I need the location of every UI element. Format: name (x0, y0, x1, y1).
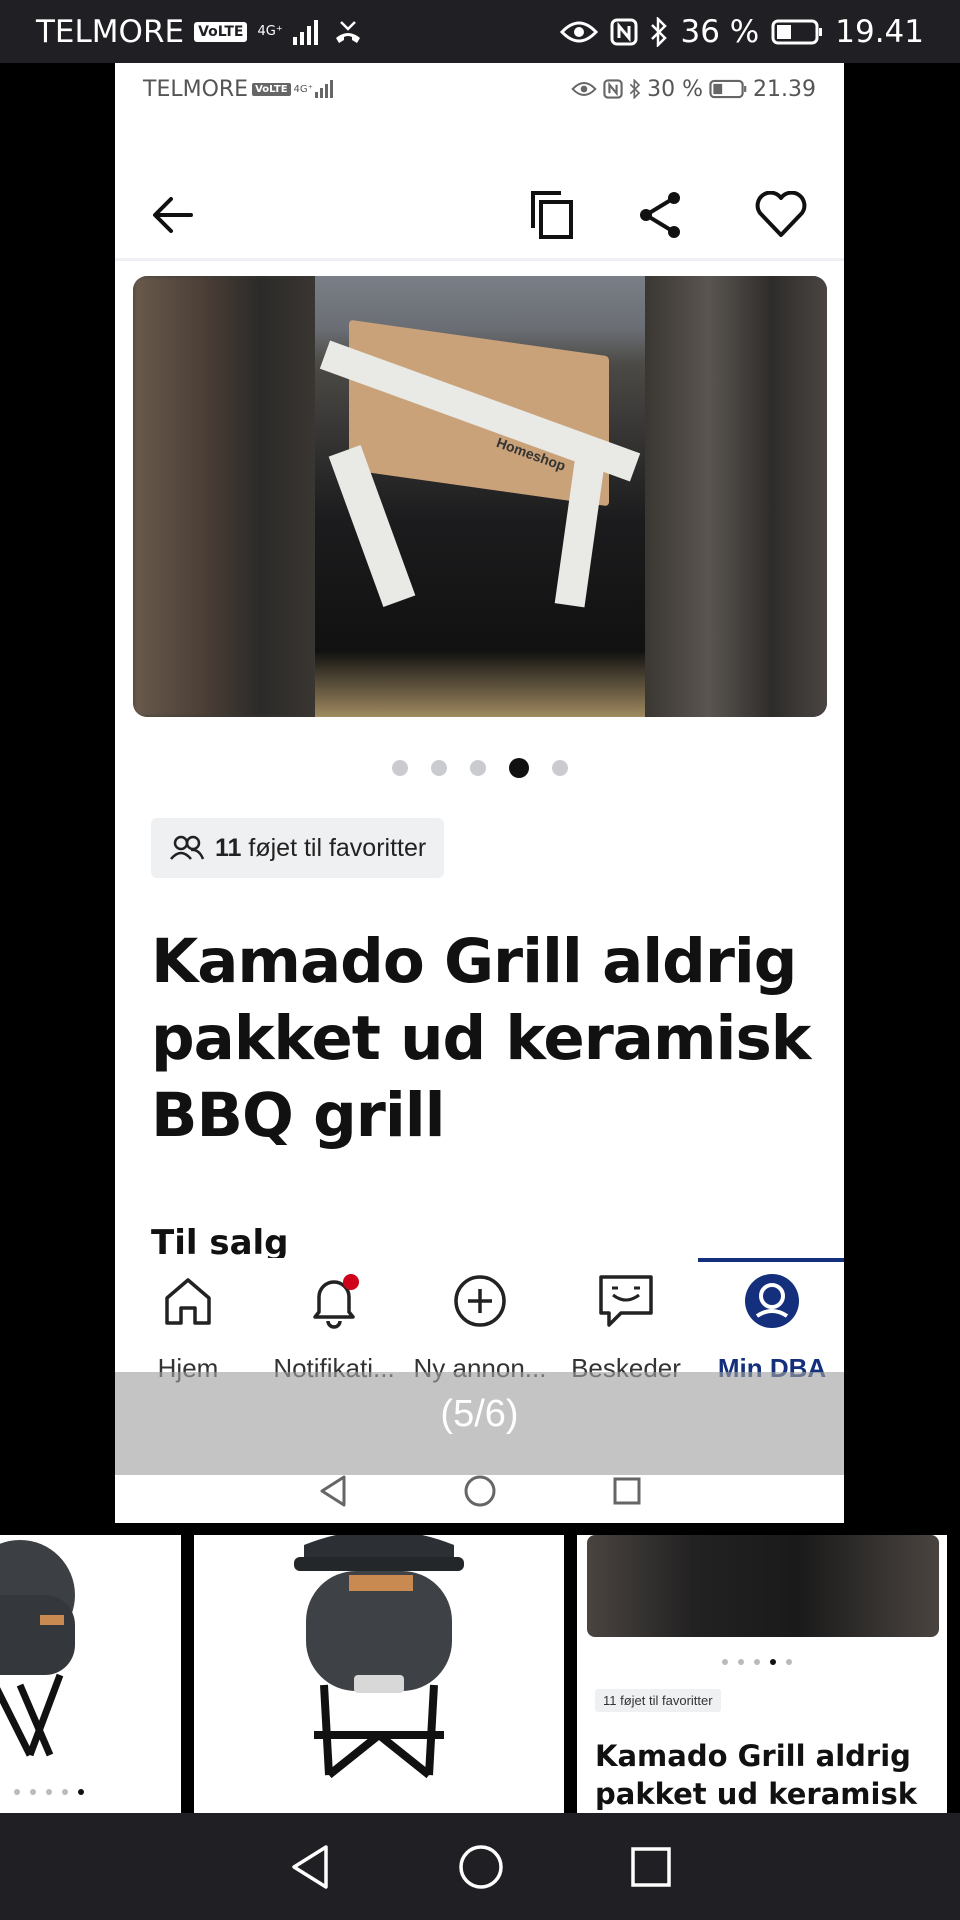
recents-square-icon[interactable] (630, 1846, 672, 1888)
outer-status-bar: TELMORE VoLTE 4G⁺ 36 % 19.41 (0, 0, 960, 63)
thumb-dots (14, 1789, 84, 1795)
thumb-photo (587, 1535, 939, 1637)
share-icon (640, 192, 680, 238)
home-circle-icon[interactable] (463, 1474, 497, 1508)
inner-battery-percent: 30 % (647, 76, 704, 102)
grill-image (294, 1535, 464, 1779)
recents-square-icon[interactable] (612, 1476, 642, 1506)
arrow-left-icon (153, 197, 193, 233)
image-gallery[interactable]: Homeshop (133, 276, 827, 717)
home-icon (165, 1277, 211, 1325)
volte-icon: VoLTE (194, 21, 248, 42)
missed-call-icon (335, 20, 360, 43)
nfc-icon (610, 18, 638, 45)
favorite-button[interactable] (751, 185, 811, 245)
chat-icon (599, 1274, 653, 1327)
inner-system-nav (115, 1458, 844, 1523)
thumb-listing-title: Kamado Grill aldrig pakket ud keramisk (595, 1739, 918, 1811)
share-button[interactable] (630, 185, 690, 245)
gallery-next-preview (645, 276, 827, 717)
listing-title: Kamado Grill aldrig pakket ud keramisk B… (151, 926, 811, 1151)
inner-battery-icon (709, 79, 747, 99)
thumbnail-strip: 11 føjet til favoritter Kamado Grill ald… (0, 1535, 960, 1813)
nav-item-notifications[interactable] (261, 1258, 407, 1343)
signal-icon (292, 19, 318, 45)
inner-bluetooth-icon (629, 79, 641, 99)
people-icon (170, 835, 205, 860)
bottom-navigation (115, 1258, 844, 1343)
thumbnail-1[interactable] (0, 1535, 181, 1813)
inner-signal-icon (314, 80, 333, 98)
back-button[interactable] (143, 185, 203, 245)
inner-clock: 21.39 (753, 76, 816, 102)
inner-nfc-icon (603, 79, 623, 99)
grill-image (0, 1540, 75, 1757)
nav-item-my-dba[interactable] (699, 1258, 844, 1343)
listing-type: Til salg (151, 1223, 289, 1263)
inner-carrier-name: TELMORE (143, 76, 249, 102)
gallery-dot[interactable] (391, 760, 408, 776)
carrier-name: TELMORE (36, 13, 185, 50)
profile-icon (745, 1273, 799, 1328)
screenshot-frame: TELMORE VoLTE 4G⁺ 30 % 21.39 Homeshop 11… (115, 63, 844, 1523)
thumb-dots (722, 1659, 792, 1665)
nav-item-home[interactable] (115, 1258, 261, 1343)
copy-button[interactable] (522, 185, 582, 245)
inner-eye-icon (571, 82, 597, 96)
toolbar-divider (115, 258, 844, 261)
gallery-photo: Homeshop (315, 276, 645, 717)
favorites-count-badge: 11 føjet til favoritter (151, 818, 445, 878)
nav-item-messages[interactable] (553, 1258, 699, 1343)
gallery-dot[interactable] (469, 760, 486, 776)
image-counter: (5/6) (440, 1393, 519, 1435)
thumbnail-2[interactable] (194, 1535, 564, 1813)
gallery-prev-preview (133, 276, 315, 717)
clock: 19.41 (835, 13, 924, 50)
bluetooth-icon (651, 16, 668, 47)
thumbnail-3[interactable]: 11 føjet til favoritter Kamado Grill ald… (577, 1535, 947, 1813)
plus-circle-icon (454, 1274, 506, 1327)
back-triangle-icon[interactable] (318, 1474, 348, 1508)
battery-icon (771, 19, 823, 44)
system-nav-bar (0, 1813, 960, 1920)
gallery-dot[interactable] (430, 760, 447, 776)
eye-icon (560, 21, 599, 42)
bell-icon (313, 1273, 359, 1329)
back-triangle-icon[interactable] (288, 1843, 332, 1891)
gallery-dot-active[interactable] (508, 758, 529, 778)
inner-network-type: 4G⁺ (293, 83, 313, 95)
favorites-count: 11 (215, 833, 242, 862)
heart-icon (755, 191, 807, 237)
nav-item-new-listing[interactable] (407, 1258, 553, 1343)
thumb-favorites-badge: 11 føjet til favoritter (595, 1689, 721, 1712)
copy-icon (531, 191, 573, 239)
battery-percent: 36 % (680, 13, 760, 50)
favorites-label: føjet til favoritter (248, 833, 427, 862)
network-type: 4G⁺ (257, 24, 283, 39)
gallery-dot[interactable] (551, 760, 568, 776)
inner-volte-icon: VoLTE (252, 82, 291, 96)
gallery-dots (115, 758, 844, 778)
home-circle-icon[interactable] (457, 1843, 505, 1891)
inner-status-bar: TELMORE VoLTE 4G⁺ 30 % 21.39 (115, 63, 844, 115)
